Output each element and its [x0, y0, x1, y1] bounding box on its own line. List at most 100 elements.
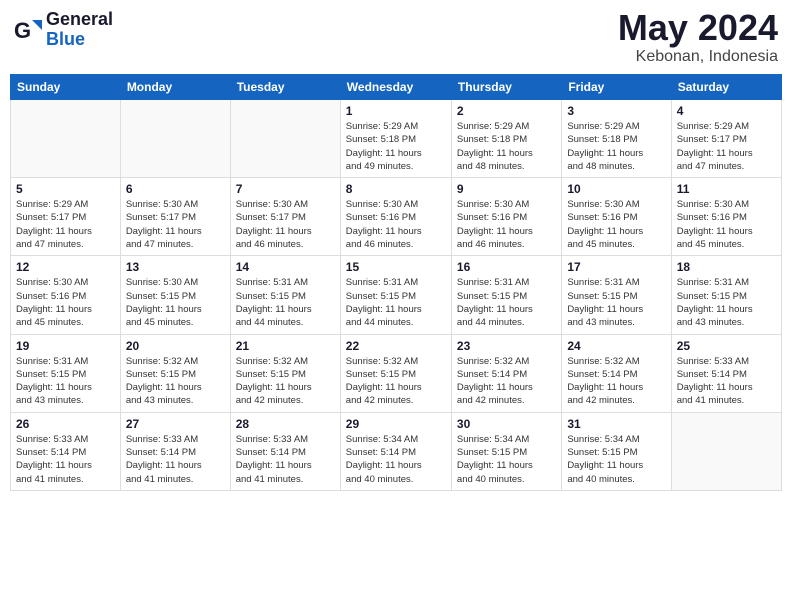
day-info: Sunrise: 5:34 AM Sunset: 5:15 PM Dayligh…: [567, 433, 665, 486]
calendar-cell: 12 Sunrise: 5:30 AM Sunset: 5:16 PM Dayli…: [11, 256, 121, 334]
day-info: Sunrise: 5:31 AM Sunset: 5:15 PM Dayligh…: [236, 276, 335, 329]
day-number: 13: [126, 260, 225, 274]
day-number: 31: [567, 417, 665, 431]
header-friday: Friday: [562, 75, 671, 100]
calendar-cell: 24Sunrise: 5:32 AM Sunset: 5:14 PM Dayli…: [562, 334, 671, 412]
day-info: Sunrise: 5:30 AM Sunset: 5:16 PM Dayligh…: [567, 198, 665, 251]
calendar-cell: [230, 100, 340, 178]
day-info: Sunrise: 5:32 AM Sunset: 5:15 PM Dayligh…: [126, 355, 225, 408]
day-info: Sunrise: 5:30 AM Sunset: 5:16 PM Dayligh…: [677, 198, 776, 251]
week-row-4: 19 Sunrise: 5:31 AM Sunset: 5:15 PM Dayli…: [11, 334, 782, 412]
day-info: Sunrise: 5:29 AM Sunset: 5:18 PM Dayligh…: [567, 120, 665, 173]
day-info: Sunrise: 5:29 AM Sunset: 5:17 PM Dayligh…: [677, 120, 776, 173]
day-info: Sunrise: 5:30 AM Sunset: 5:17 PM Dayligh…: [126, 198, 225, 251]
day-number: 15: [346, 260, 446, 274]
header-saturday: Saturday: [671, 75, 781, 100]
day-info: Sunrise: 5:32 AM Sunset: 5:15 PM Dayligh…: [236, 355, 335, 408]
calendar-cell: 17 Sunrise: 5:31 AM Sunset: 5:15 PM Dayli…: [562, 256, 671, 334]
day-number: 30: [457, 417, 556, 431]
calendar-cell: 25 Sunrise: 5:33 AM Sunset: 5:14 PM Dayli…: [671, 334, 781, 412]
calendar-cell: 16Sunrise: 5:31 AM Sunset: 5:15 PM Dayli…: [451, 256, 561, 334]
day-info: Sunrise: 5:29 AM Sunset: 5:17 PM Dayligh…: [16, 198, 115, 251]
day-number: 11: [677, 182, 776, 196]
day-info: Sunrise: 5:30 AM Sunset: 5:15 PM Dayligh…: [126, 276, 225, 329]
logo-general-text: General: [46, 10, 113, 30]
calendar-cell: 29Sunrise: 5:34 AM Sunset: 5:14 PM Dayli…: [340, 412, 451, 490]
week-row-5: 26 Sunrise: 5:33 AM Sunset: 5:14 PM Dayli…: [11, 412, 782, 490]
day-number: 26: [16, 417, 115, 431]
day-number: 27: [126, 417, 225, 431]
day-info: Sunrise: 5:30 AM Sunset: 5:16 PM Dayligh…: [16, 276, 115, 329]
day-info: Sunrise: 5:33 AM Sunset: 5:14 PM Dayligh…: [677, 355, 776, 408]
day-number: 12: [16, 260, 115, 274]
day-info: Sunrise: 5:31 AM Sunset: 5:15 PM Dayligh…: [16, 355, 115, 408]
calendar-cell: 19 Sunrise: 5:31 AM Sunset: 5:15 PM Dayli…: [11, 334, 121, 412]
day-number: 20: [126, 339, 225, 353]
calendar-location: Kebonan, Indonesia: [618, 48, 778, 66]
calendar-cell: 6 Sunrise: 5:30 AM Sunset: 5:17 PM Daylig…: [120, 178, 230, 256]
day-number: 4: [677, 104, 776, 118]
day-number: 10: [567, 182, 665, 196]
day-number: 14: [236, 260, 335, 274]
header-tuesday: Tuesday: [230, 75, 340, 100]
calendar-cell: 7Sunrise: 5:30 AM Sunset: 5:17 PM Daylig…: [230, 178, 340, 256]
week-row-2: 5Sunrise: 5:29 AM Sunset: 5:17 PM Daylig…: [11, 178, 782, 256]
header-monday: Monday: [120, 75, 230, 100]
logo-text: General Blue: [46, 10, 113, 50]
calendar-cell: 10 Sunrise: 5:30 AM Sunset: 5:16 PM Dayli…: [562, 178, 671, 256]
day-number: 25: [677, 339, 776, 353]
calendar-cell: 13 Sunrise: 5:30 AM Sunset: 5:15 PM Dayli…: [120, 256, 230, 334]
day-info: Sunrise: 5:32 AM Sunset: 5:14 PM Dayligh…: [457, 355, 556, 408]
calendar-cell: 15 Sunrise: 5:31 AM Sunset: 5:15 PM Dayli…: [340, 256, 451, 334]
calendar-cell: 8Sunrise: 5:30 AM Sunset: 5:16 PM Daylig…: [340, 178, 451, 256]
calendar-cell: 14 Sunrise: 5:31 AM Sunset: 5:15 PM Dayli…: [230, 256, 340, 334]
header-wednesday: Wednesday: [340, 75, 451, 100]
day-info: Sunrise: 5:29 AM Sunset: 5:18 PM Dayligh…: [346, 120, 446, 173]
day-info: Sunrise: 5:29 AM Sunset: 5:18 PM Dayligh…: [457, 120, 556, 173]
calendar-cell: 27Sunrise: 5:33 AM Sunset: 5:14 PM Dayli…: [120, 412, 230, 490]
calendar-cell: 23Sunrise: 5:32 AM Sunset: 5:14 PM Dayli…: [451, 334, 561, 412]
day-info: Sunrise: 5:30 AM Sunset: 5:17 PM Dayligh…: [236, 198, 335, 251]
day-number: 28: [236, 417, 335, 431]
calendar-cell: 26 Sunrise: 5:33 AM Sunset: 5:14 PM Dayli…: [11, 412, 121, 490]
day-number: 1: [346, 104, 446, 118]
svg-text:G: G: [14, 18, 31, 43]
calendar-header-row: Sunday Monday Tuesday Wednesday Thursday…: [11, 75, 782, 100]
day-number: 29: [346, 417, 446, 431]
calendar-cell: [671, 412, 781, 490]
calendar-cell: 30 Sunrise: 5:34 AM Sunset: 5:15 PM Dayli…: [451, 412, 561, 490]
day-info: Sunrise: 5:32 AM Sunset: 5:14 PM Dayligh…: [567, 355, 665, 408]
calendar-cell: 1 Sunrise: 5:29 AM Sunset: 5:18 PM Daylig…: [340, 100, 451, 178]
page-header: G General Blue May 2024 Kebonan, Indones…: [10, 10, 782, 66]
calendar-table: Sunday Monday Tuesday Wednesday Thursday…: [10, 74, 782, 491]
day-info: Sunrise: 5:31 AM Sunset: 5:15 PM Dayligh…: [346, 276, 446, 329]
day-info: Sunrise: 5:31 AM Sunset: 5:15 PM Dayligh…: [677, 276, 776, 329]
day-info: Sunrise: 5:32 AM Sunset: 5:15 PM Dayligh…: [346, 355, 446, 408]
week-row-3: 12 Sunrise: 5:30 AM Sunset: 5:16 PM Dayli…: [11, 256, 782, 334]
calendar-cell: 18Sunrise: 5:31 AM Sunset: 5:15 PM Dayli…: [671, 256, 781, 334]
day-number: 21: [236, 339, 335, 353]
calendar-cell: 28 Sunrise: 5:33 AM Sunset: 5:14 PM Dayli…: [230, 412, 340, 490]
day-info: Sunrise: 5:33 AM Sunset: 5:14 PM Dayligh…: [236, 433, 335, 486]
title-block: May 2024 Kebonan, Indonesia: [618, 10, 778, 66]
day-number: 2: [457, 104, 556, 118]
calendar-cell: 20 Sunrise: 5:32 AM Sunset: 5:15 PM Dayli…: [120, 334, 230, 412]
day-number: 9: [457, 182, 556, 196]
logo-blue-text: Blue: [46, 30, 113, 50]
day-number: 3: [567, 104, 665, 118]
day-info: Sunrise: 5:31 AM Sunset: 5:15 PM Dayligh…: [457, 276, 556, 329]
logo: G General Blue: [14, 10, 113, 50]
week-row-1: 1 Sunrise: 5:29 AM Sunset: 5:18 PM Daylig…: [11, 100, 782, 178]
day-info: Sunrise: 5:31 AM Sunset: 5:15 PM Dayligh…: [567, 276, 665, 329]
calendar-cell: 21 Sunrise: 5:32 AM Sunset: 5:15 PM Dayli…: [230, 334, 340, 412]
calendar-cell: 22Sunrise: 5:32 AM Sunset: 5:15 PM Dayli…: [340, 334, 451, 412]
day-info: Sunrise: 5:33 AM Sunset: 5:14 PM Dayligh…: [16, 433, 115, 486]
day-number: 6: [126, 182, 225, 196]
calendar-cell: 4 Sunrise: 5:29 AM Sunset: 5:17 PM Daylig…: [671, 100, 781, 178]
day-info: Sunrise: 5:34 AM Sunset: 5:15 PM Dayligh…: [457, 433, 556, 486]
calendar-cell: [120, 100, 230, 178]
calendar-cell: [11, 100, 121, 178]
day-number: 17: [567, 260, 665, 274]
day-info: Sunrise: 5:30 AM Sunset: 5:16 PM Dayligh…: [457, 198, 556, 251]
day-number: 19: [16, 339, 115, 353]
